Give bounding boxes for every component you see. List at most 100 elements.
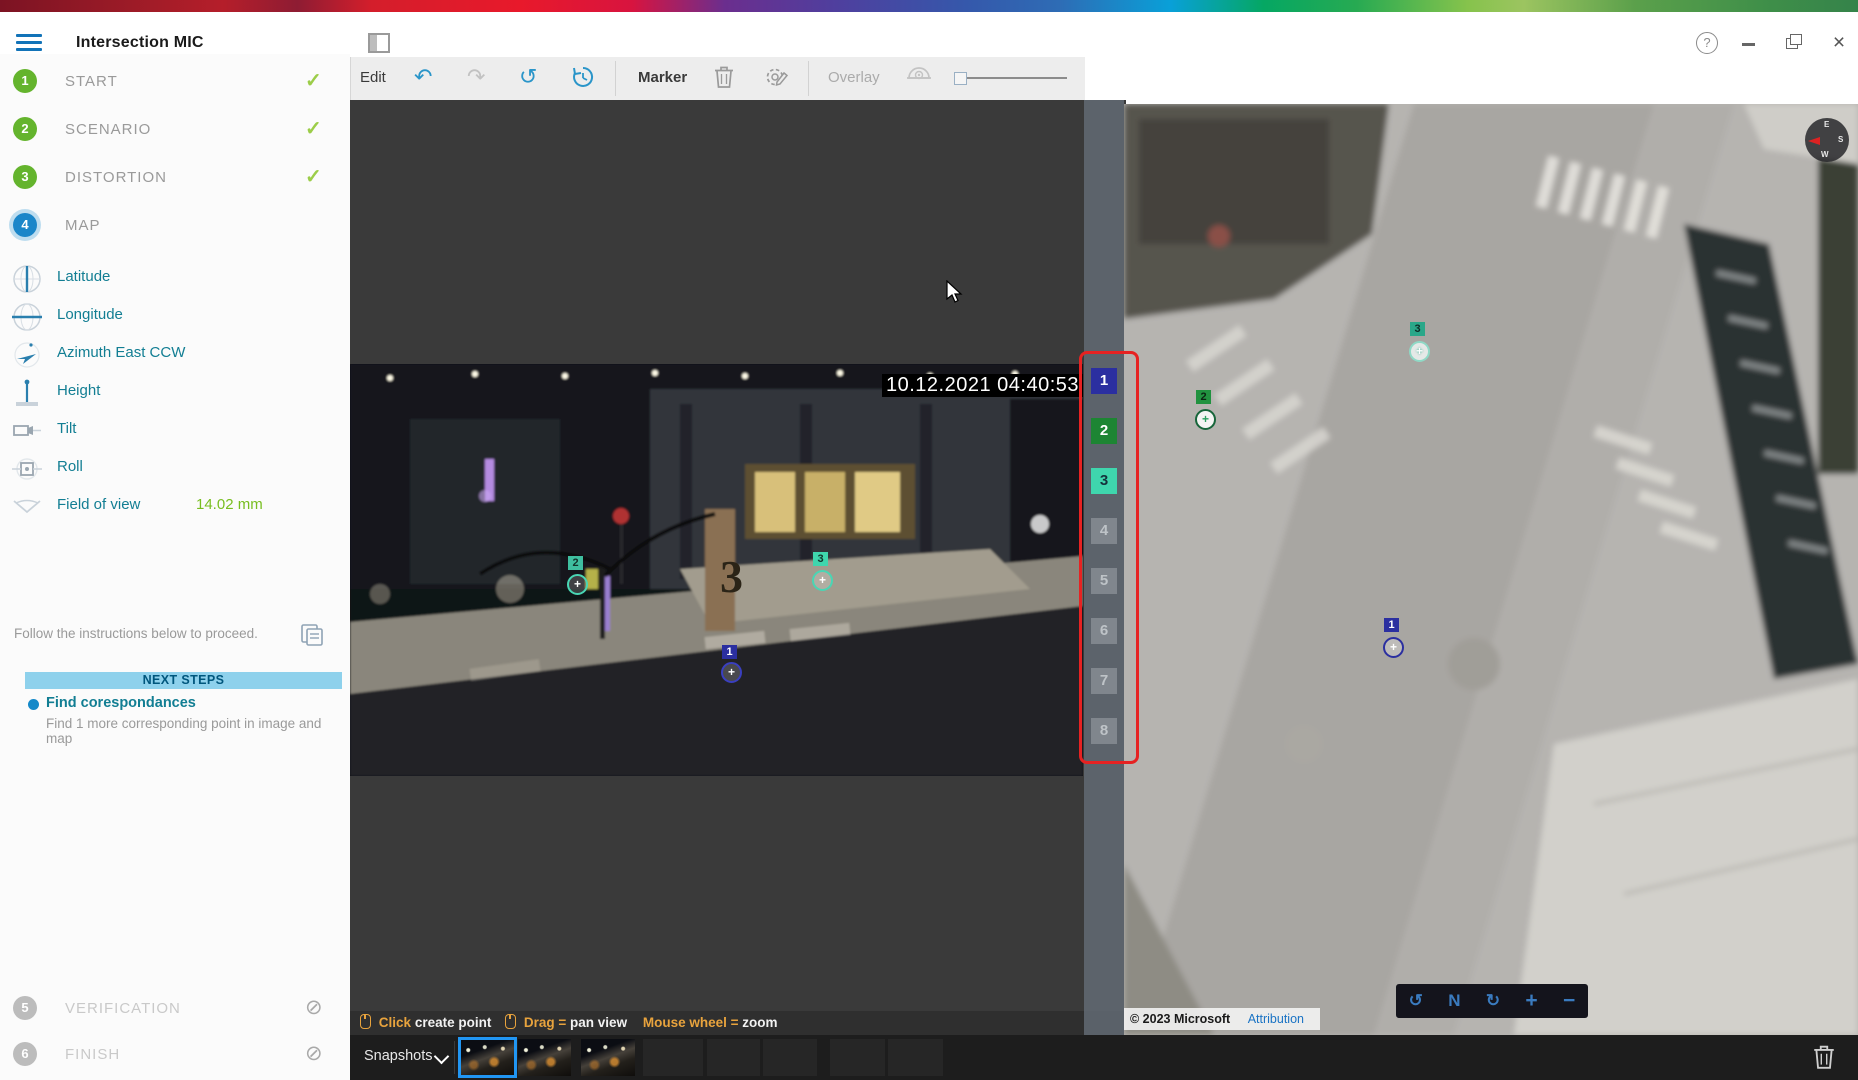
redo-icon[interactable]: ↷ <box>467 64 485 90</box>
snapshot-thumbnail[interactable] <box>518 1039 571 1076</box>
param-azimuth[interactable]: Azimuth East CCW <box>0 336 350 374</box>
param-height[interactable]: Height <box>0 374 350 412</box>
param-tilt[interactable]: Tilt <box>0 412 350 450</box>
step-map[interactable]: 4 MAP <box>0 202 350 248</box>
camera-image[interactable]: 3 2 + 3 + 1 + <box>350 364 1083 776</box>
camera-point-marker[interactable]: + <box>567 574 588 595</box>
step-scenario[interactable]: 2 SCENARIO ✓ <box>0 106 350 152</box>
step-number-badge: 1 <box>13 69 37 93</box>
overlay-menu[interactable]: Overlay <box>828 69 880 86</box>
step-number-badge: 2 <box>13 117 37 141</box>
brand-gradient-bar <box>0 0 1858 12</box>
step-label: MAP <box>65 217 101 234</box>
marker-settings-icon[interactable] <box>763 64 789 90</box>
step-number-badge: 3 <box>13 165 37 189</box>
undo-icon[interactable]: ↶ <box>414 64 432 90</box>
roll-icon <box>10 452 44 486</box>
map-attribution: © 2023 Microsoft Attribution <box>1124 1008 1320 1030</box>
north-button[interactable]: N <box>1448 984 1460 1018</box>
interaction-hints: Click create point Drag = pan view Mouse… <box>350 1011 1126 1035</box>
close-icon[interactable]: × <box>1828 31 1850 55</box>
camera-view[interactable]: 3 2 + 3 + 1 + Click create point Drag = … <box>350 100 1126 1035</box>
dome-camera-icon[interactable] <box>906 64 932 90</box>
compass-east-label: E <box>1824 120 1829 129</box>
sidebar: 1 START ✓ 2 SCENARIO ✓ 3 DISTORTION ✓ 4 … <box>0 54 350 1080</box>
snapshot-thumbnail[interactable] <box>581 1039 635 1076</box>
compass-west-label: W <box>1821 150 1829 159</box>
menu-icon[interactable] <box>16 34 42 52</box>
delete-snapshot-icon[interactable] <box>1812 1044 1836 1070</box>
marker-menu[interactable]: Marker <box>638 69 687 86</box>
map-point-marker[interactable]: + <box>1383 637 1404 658</box>
step-verification: 5 VERIFICATION ⊘ <box>0 985 350 1031</box>
toolbar: Edit ↶ ↷ ↺ Marker Overlay <box>350 57 1085 100</box>
param-latitude[interactable]: Latitude <box>0 260 350 298</box>
tilt-icon <box>10 414 44 448</box>
step-label: FINISH <box>65 1046 120 1063</box>
camera-point-label[interactable]: 2 <box>568 556 583 570</box>
hint-key: Mouse wheel = <box>643 1015 739 1030</box>
step-number-badge: 5 <box>13 996 37 1020</box>
step-finish: 6 FINISH ⊘ <box>0 1031 350 1077</box>
rotate-cw-icon[interactable]: ↻ <box>1486 984 1500 1018</box>
step-start[interactable]: 1 START ✓ <box>0 58 350 104</box>
task-detail: Find 1 more corresponding point in image… <box>46 716 350 746</box>
height-icon <box>10 376 44 410</box>
chevron-down-icon[interactable] <box>436 1050 448 1062</box>
rotate-ccw-icon[interactable]: ↺ <box>1409 984 1423 1018</box>
edit-menu[interactable]: Edit <box>360 69 386 86</box>
highlight-rectangle <box>1079 351 1139 764</box>
copyright-text: © 2023 Microsoft <box>1130 1012 1230 1026</box>
param-roll[interactable]: Roll <box>0 450 350 488</box>
snapshot-empty-slot[interactable] <box>643 1039 703 1076</box>
snapshot-thumbnail-selected[interactable] <box>460 1039 515 1076</box>
param-fov[interactable]: Field of view 14.02 mm <box>0 488 350 526</box>
video-timestamp: 10.12.2021 04:40:53 <box>882 374 1083 397</box>
map-point-label[interactable]: 3 <box>1410 322 1425 336</box>
attribution-link[interactable]: Attribution <box>1248 1012 1304 1026</box>
step-label: DISTORTION <box>65 169 167 186</box>
snapshot-empty-slot[interactable] <box>830 1039 885 1076</box>
overlay-opacity-handle[interactable] <box>954 72 967 85</box>
map-point-marker[interactable]: + <box>1195 409 1216 430</box>
zoom-in-icon[interactable]: + <box>1525 984 1537 1018</box>
check-icon: ✓ <box>305 68 322 93</box>
map-point-label[interactable]: 2 <box>1196 390 1211 404</box>
check-icon: ✓ <box>305 164 322 189</box>
snapshots-label: Snapshots <box>364 1048 433 1064</box>
trash-icon[interactable] <box>713 64 735 90</box>
camera-point-label[interactable]: 3 <box>813 552 828 566</box>
help-icon[interactable]: ? <box>1696 32 1718 54</box>
restore-icon[interactable] <box>1786 34 1802 50</box>
reset-history-icon[interactable] <box>571 64 595 90</box>
minimize-icon[interactable] <box>1742 43 1755 46</box>
camera-point-label[interactable]: 1 <box>722 645 737 659</box>
hint-desc: zoom <box>742 1015 777 1030</box>
hint-desc: pan view <box>570 1015 627 1030</box>
param-label: Latitude <box>57 268 110 285</box>
snapshot-empty-slot[interactable] <box>888 1039 943 1076</box>
app-window: Intersection MIC ? × 1 START ✓ 2 SCENARI… <box>0 0 1858 1080</box>
overlay-opacity-slider[interactable] <box>967 77 1067 79</box>
latitude-icon <box>10 262 44 296</box>
camera-point-marker[interactable]: + <box>721 662 742 683</box>
param-longitude[interactable]: Longitude <box>0 298 350 336</box>
hint-key: Click <box>379 1015 411 1030</box>
instructions-icon[interactable] <box>300 624 324 646</box>
aerial-imagery <box>1124 104 1858 1035</box>
divider <box>454 1041 455 1074</box>
map-point-label[interactable]: 1 <box>1384 618 1399 632</box>
zoom-out-icon[interactable]: − <box>1563 984 1575 1018</box>
map-view[interactable]: 3 + 2 + 1 + E S W ↺ N ↻ + − © 2023 Micro… <box>1124 104 1858 1035</box>
step-distortion[interactable]: 3 DISTORTION ✓ <box>0 154 350 200</box>
sidebar-toggle-icon[interactable] <box>368 33 390 53</box>
reset-rotation-icon[interactable]: ↺ <box>519 64 537 90</box>
compass-rose[interactable]: E S W <box>1805 118 1849 162</box>
map-point-marker[interactable]: + <box>1409 341 1430 362</box>
snapshot-empty-slot[interactable] <box>763 1039 817 1076</box>
task-title: Find corespondances <box>46 695 196 711</box>
snapshots-bar: Snapshots <box>350 1035 1858 1080</box>
param-label: Tilt <box>57 420 76 437</box>
snapshot-empty-slot[interactable] <box>707 1039 760 1076</box>
camera-point-marker[interactable]: + <box>812 570 833 591</box>
